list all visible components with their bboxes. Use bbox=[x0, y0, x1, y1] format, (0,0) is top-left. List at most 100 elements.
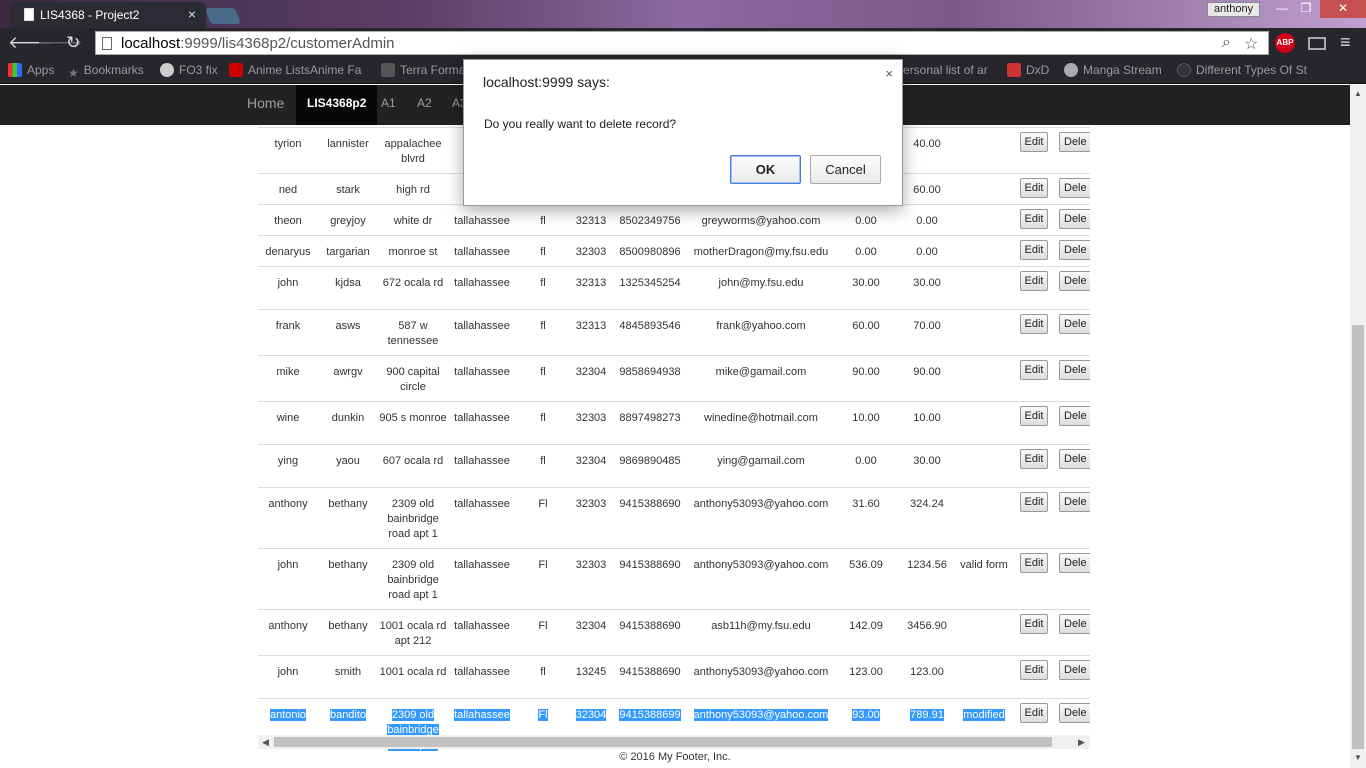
table-row: frank asws 587 w tennessee tallahassee fl 323… bbox=[258, 309, 1090, 356]
new-tab-button[interactable] bbox=[205, 8, 241, 24]
bookmark-anime[interactable]: Anime ListsAnime Fa bbox=[229, 63, 361, 77]
ok-button[interactable]: OK bbox=[730, 155, 801, 184]
cell-street: white dr bbox=[378, 204, 448, 236]
edit-button[interactable]: Edit bbox=[1019, 553, 1049, 573]
cell-text: 32313 bbox=[575, 215, 607, 227]
edit-button[interactable]: Edit bbox=[1019, 660, 1049, 680]
edit-button[interactable]: Edit bbox=[1019, 406, 1049, 426]
cell-text: frank bbox=[275, 320, 301, 332]
edit-button[interactable]: Edit bbox=[1019, 209, 1049, 229]
nav-lis4368p2[interactable]: LIS4368p2 bbox=[296, 85, 378, 125]
cell-zip: 32313 bbox=[570, 204, 612, 236]
cell-text: 10.00 bbox=[913, 412, 941, 424]
cell-text: 8500980896 bbox=[619, 246, 681, 258]
bookmark-bookmarks[interactable]: ★ Bookmarks bbox=[68, 63, 144, 80]
dialog-close-icon[interactable]: × bbox=[885, 66, 893, 81]
cell-notes bbox=[956, 609, 1012, 656]
cell-email: anthony53093@yahoo.com bbox=[688, 487, 834, 549]
scroll-thumb[interactable] bbox=[274, 737, 1052, 747]
bookmark-dxd[interactable]: DxD bbox=[1007, 63, 1049, 77]
delete-button[interactable]: Dele bbox=[1059, 360, 1090, 380]
delete-button[interactable]: Dele bbox=[1059, 553, 1090, 573]
cell-email: winedine@hotmail.com bbox=[688, 401, 834, 445]
delete-button[interactable]: Dele bbox=[1059, 240, 1090, 260]
bookmark-manga[interactable]: Manga Stream bbox=[1064, 63, 1162, 77]
minimize-icon[interactable]: — bbox=[1270, 0, 1294, 18]
tab-close-icon[interactable]: × bbox=[188, 6, 196, 22]
nav-a2[interactable]: A2 bbox=[417, 85, 432, 125]
delete-button[interactable]: Dele bbox=[1059, 449, 1090, 469]
bookmark-apps[interactable]: Apps bbox=[8, 63, 54, 77]
edit-button[interactable]: Edit bbox=[1019, 492, 1049, 512]
cell-delete: Dele bbox=[1056, 609, 1090, 656]
delete-button[interactable]: Dele bbox=[1059, 314, 1090, 334]
cell-text: 60.00 bbox=[852, 320, 880, 332]
cell-notes bbox=[956, 309, 1012, 356]
reload-icon[interactable]: ↻ bbox=[66, 33, 80, 53]
scroll-left-icon[interactable]: ◀ bbox=[262, 735, 269, 749]
edit-button[interactable]: Edit bbox=[1019, 449, 1049, 469]
cell-text: motherDragon@my.fsu.edu bbox=[693, 246, 829, 258]
maximize-icon[interactable]: ❐ bbox=[1294, 0, 1318, 18]
bookmark-terra[interactable]: Terra Forma bbox=[381, 63, 465, 77]
edit-button[interactable]: Edit bbox=[1019, 240, 1049, 260]
delete-button[interactable]: Dele bbox=[1059, 703, 1090, 723]
delete-button[interactable]: Dele bbox=[1059, 132, 1090, 152]
delete-button[interactable]: Dele bbox=[1059, 178, 1090, 198]
cell-text: theon bbox=[274, 215, 302, 227]
scroll-thumb[interactable] bbox=[1352, 325, 1364, 749]
delete-button[interactable]: Dele bbox=[1059, 492, 1090, 512]
cell-text: dunkin bbox=[331, 412, 365, 424]
scroll-up-icon[interactable]: ▲ bbox=[1354, 89, 1362, 98]
nav-a1[interactable]: A1 bbox=[381, 85, 396, 125]
cell-text: bandito bbox=[329, 709, 367, 721]
profile-button[interactable]: anthony bbox=[1207, 2, 1260, 17]
cast-icon[interactable] bbox=[1308, 37, 1326, 50]
cell-text: Fl bbox=[538, 709, 548, 721]
cell-lname: dunkin bbox=[318, 401, 378, 445]
edit-button[interactable]: Edit bbox=[1019, 132, 1049, 152]
cell-sales: 30.00 bbox=[898, 266, 956, 310]
edit-button[interactable]: Edit bbox=[1019, 178, 1049, 198]
star-icon[interactable]: ☆ bbox=[1244, 34, 1258, 54]
table-row: john kjdsa 672 ocala rd tallahassee fl 32313 1… bbox=[258, 266, 1090, 310]
vertical-scrollbar[interactable]: ▲ ▼ bbox=[1350, 85, 1366, 768]
bookmark-fo3[interactable]: FO3 fix bbox=[160, 63, 218, 77]
url-text: localhost:9999/lis4368p2/customerAdmin bbox=[121, 35, 395, 52]
browser-tab[interactable]: LIS4368 - Project2 × bbox=[10, 2, 206, 28]
edit-button[interactable]: Edit bbox=[1019, 360, 1049, 380]
cell-city: tallahassee bbox=[448, 266, 516, 310]
nav-home[interactable]: Home bbox=[247, 85, 284, 125]
address-bar[interactable]: localhost:9999/lis4368p2/customerAdmin ⌕… bbox=[95, 31, 1269, 55]
cell-zip: 32304 bbox=[570, 355, 612, 402]
cell-text: 2309 old bainbridge road apt 1 bbox=[387, 498, 439, 540]
cell-lname: lannister bbox=[318, 127, 378, 174]
delete-button[interactable]: Dele bbox=[1059, 406, 1090, 426]
search-icon[interactable]: ⌕ bbox=[1222, 34, 1231, 52]
cell-text: 0.00 bbox=[916, 215, 938, 227]
cell-text: 32303 bbox=[575, 246, 607, 258]
cell-street: 900 capital circle bbox=[378, 355, 448, 402]
cell-city: tallahassee bbox=[448, 487, 516, 549]
window-close-icon[interactable]: ✕ bbox=[1320, 0, 1366, 18]
edit-button[interactable]: Edit bbox=[1019, 614, 1049, 634]
bookmark-personal[interactable]: ersonal list of ar bbox=[903, 63, 988, 77]
delete-button[interactable]: Dele bbox=[1059, 660, 1090, 680]
delete-button[interactable]: Dele bbox=[1059, 271, 1090, 291]
delete-button[interactable]: Dele bbox=[1059, 614, 1090, 634]
edit-button[interactable]: Edit bbox=[1019, 314, 1049, 334]
cell-text: 90.00 bbox=[913, 366, 941, 378]
cell-text: 32313 bbox=[575, 320, 607, 332]
bookmark-types[interactable]: Different Types Of St bbox=[1177, 63, 1307, 77]
edit-button[interactable]: Edit bbox=[1019, 703, 1049, 723]
cell-phone: 9858694938 bbox=[612, 355, 688, 402]
menu-icon[interactable]: ≡ bbox=[1340, 32, 1351, 53]
edit-button[interactable]: Edit bbox=[1019, 271, 1049, 291]
cancel-button[interactable]: Cancel bbox=[810, 155, 881, 184]
horizontal-scrollbar[interactable]: ◀ ▶ bbox=[258, 735, 1090, 749]
delete-button[interactable]: Dele bbox=[1059, 209, 1090, 229]
adblock-icon[interactable]: ABP bbox=[1275, 33, 1295, 53]
scroll-down-icon[interactable]: ▼ bbox=[1354, 753, 1362, 762]
cell-notes bbox=[956, 173, 1012, 205]
scroll-right-icon[interactable]: ▶ bbox=[1078, 735, 1085, 749]
